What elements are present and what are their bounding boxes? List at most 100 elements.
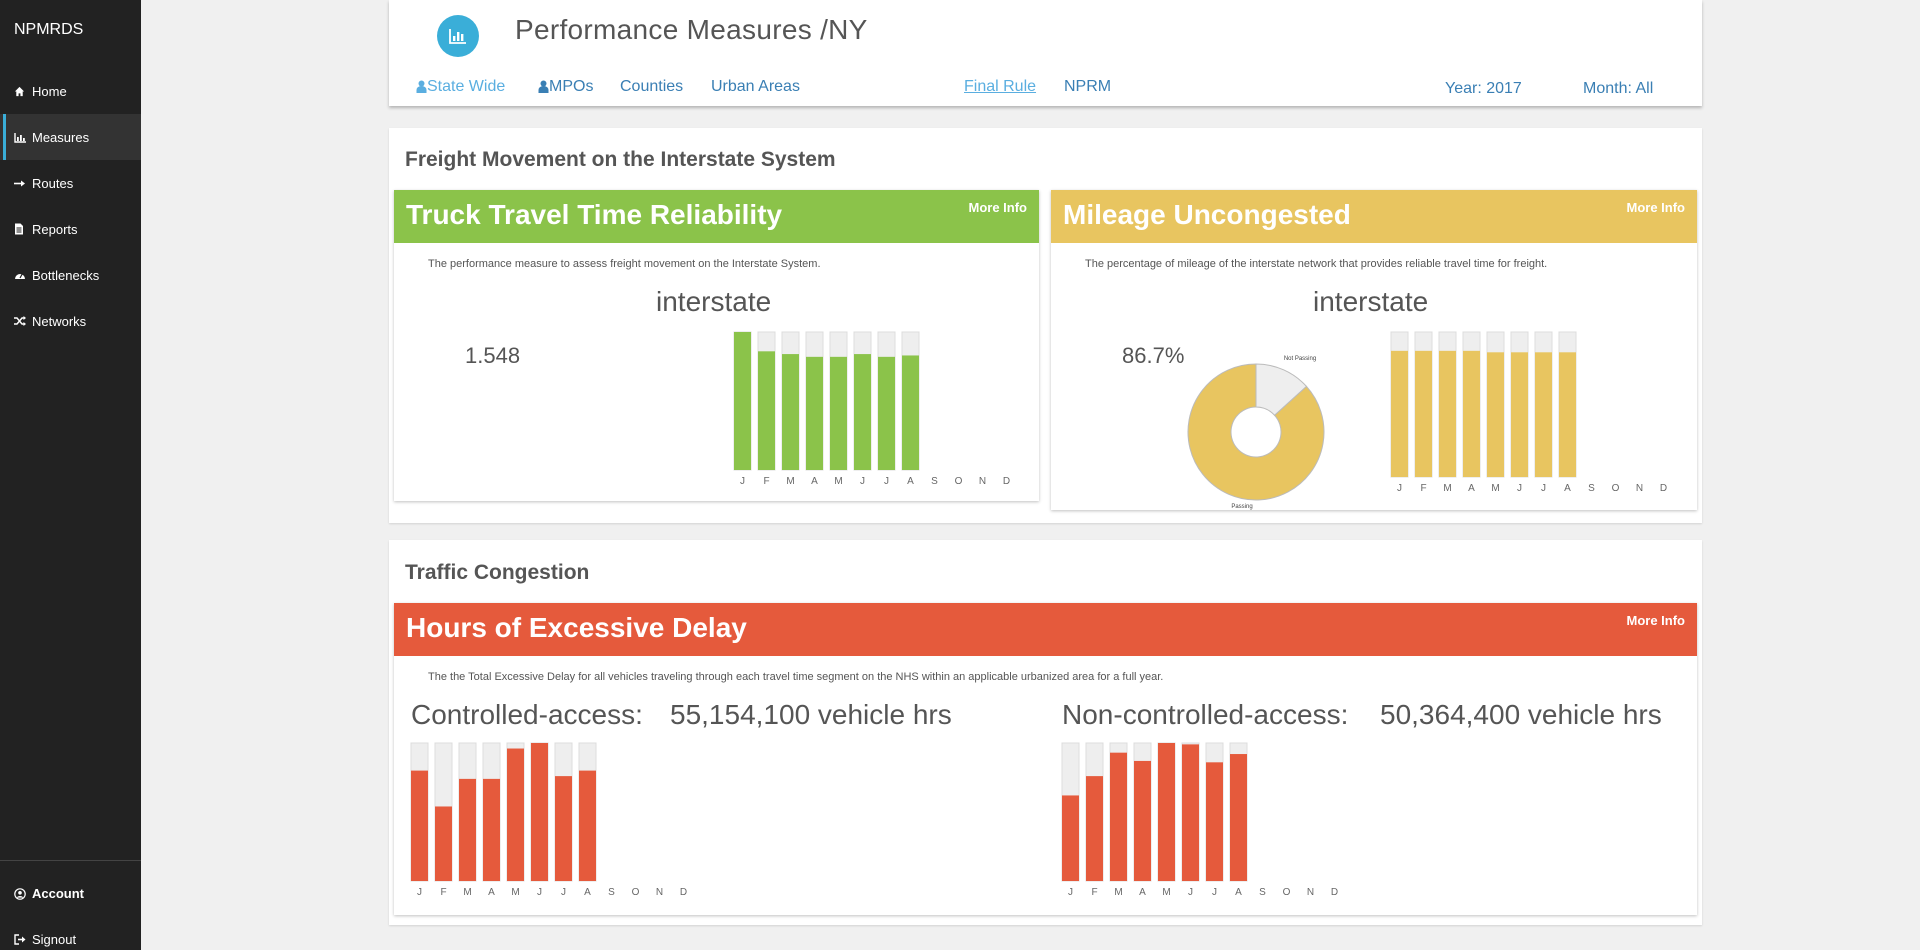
- bar[interactable]: [411, 770, 428, 881]
- x-tick-label: F: [1091, 887, 1097, 898]
- x-tick-label: J: [1397, 483, 1402, 494]
- mileage-header: Mileage Uncongested More Info: [1051, 190, 1697, 243]
- x-tick-label: M: [834, 476, 842, 487]
- sidebar-item-label: Networks: [32, 313, 87, 329]
- nprm-link[interactable]: NPRM: [1064, 78, 1111, 96]
- bar[interactable]: [459, 778, 476, 881]
- mpos-link[interactable]: MPOs: [538, 78, 593, 96]
- bar[interactable]: [1559, 352, 1576, 477]
- mileage-pie-chart: Not Passing Passing: [1187, 356, 1325, 510]
- x-tick-label: N: [656, 887, 663, 898]
- bar[interactable]: [1158, 743, 1175, 881]
- sidebar-item-networks[interactable]: Networks: [0, 298, 141, 344]
- brand[interactable]: NPMRDS: [14, 21, 83, 39]
- bar[interactable]: [1206, 762, 1223, 881]
- mpos-label: MPOs: [549, 78, 594, 95]
- bar[interactable]: [830, 356, 847, 470]
- ttr-subtitle: interstate: [656, 286, 772, 317]
- bar[interactable]: [1439, 350, 1456, 477]
- section-title: Traffic Congestion: [405, 561, 590, 584]
- sidebar-item-reports[interactable]: Reports: [0, 206, 141, 252]
- bar[interactable]: [806, 356, 823, 470]
- congestion-section: Traffic Congestion Hours of Excessive De…: [389, 540, 1702, 925]
- more-info-link[interactable]: More Info: [969, 200, 1028, 215]
- bar[interactable]: [782, 354, 799, 470]
- bar[interactable]: [1487, 352, 1504, 477]
- year-selector[interactable]: Year: 2017: [1445, 80, 1522, 98]
- bar[interactable]: [1511, 352, 1528, 477]
- sidebar-item-bottlenecks[interactable]: Bottlenecks: [0, 252, 141, 298]
- x-tick-label: M: [511, 887, 519, 898]
- x-tick-label: D: [1003, 476, 1010, 487]
- mileage-value: 86.7%: [1122, 343, 1185, 368]
- user-icon: [416, 80, 427, 93]
- bar[interactable]: [758, 351, 775, 470]
- logo-bar-chart-icon: [437, 15, 479, 57]
- bar[interactable]: [1062, 795, 1079, 881]
- x-tick-label: O: [632, 887, 640, 898]
- header-card: Performance Measures /NY State Wide MPOs…: [389, 0, 1702, 106]
- sidebar-nav: Home Measures Routes Reports Bottlenecks: [0, 68, 141, 344]
- more-info-link[interactable]: More Info: [1627, 200, 1686, 215]
- account-link[interactable]: Account: [14, 886, 84, 901]
- bar[interactable]: [1134, 760, 1151, 881]
- sidebar-item-home[interactable]: Home: [0, 68, 141, 114]
- bar[interactable]: [1230, 754, 1247, 881]
- state-wide-link[interactable]: State Wide: [416, 78, 505, 96]
- bar[interactable]: [1182, 744, 1199, 881]
- x-tick-label: N: [1636, 483, 1643, 494]
- bar[interactable]: [579, 770, 596, 881]
- sidebar-item-measures[interactable]: Measures: [0, 114, 141, 160]
- urban-areas-link[interactable]: Urban Areas: [711, 78, 800, 96]
- ttr-title: Truck Travel Time Reliability: [406, 199, 783, 230]
- more-info-link[interactable]: More Info: [1627, 613, 1686, 628]
- x-tick-label: J: [561, 887, 566, 898]
- sidebar: NPMRDS Home Measures Routes Reports Bott…: [0, 0, 141, 950]
- bar[interactable]: [483, 778, 500, 881]
- phed-header: Hours of Excessive Delay More Info: [394, 603, 1697, 656]
- bar[interactable]: [734, 332, 751, 470]
- bar[interactable]: [1110, 752, 1127, 881]
- x-tick-label: A: [1235, 887, 1242, 898]
- bar[interactable]: [854, 354, 871, 470]
- x-tick-label: M: [1114, 887, 1122, 898]
- bar[interactable]: [555, 776, 572, 881]
- controlled-access-value: 55,154,100 vehicle hrs: [670, 699, 952, 730]
- x-tick-label: J: [417, 887, 422, 898]
- sidebar-item-label: Reports: [32, 221, 78, 237]
- state-wide-label: State Wide: [427, 78, 506, 95]
- x-tick-label: M: [786, 476, 794, 487]
- x-tick-label: D: [1331, 887, 1338, 898]
- bar-chart-icon: [14, 132, 32, 143]
- signout-link[interactable]: Signout: [14, 932, 76, 947]
- bar[interactable]: [507, 748, 524, 881]
- x-tick-label: S: [608, 887, 615, 898]
- ttr-value: 1.548: [465, 343, 521, 368]
- final-rule-link[interactable]: Final Rule: [964, 78, 1036, 96]
- bar[interactable]: [1391, 350, 1408, 477]
- x-tick-label: F: [763, 476, 769, 487]
- dashboard-icon: [14, 270, 32, 280]
- x-tick-label: J: [537, 887, 542, 898]
- bar[interactable]: [902, 355, 919, 470]
- bar[interactable]: [1415, 350, 1432, 477]
- bar[interactable]: [435, 806, 452, 881]
- sidebar-item-routes[interactable]: Routes: [0, 160, 141, 206]
- x-tick-label: N: [1307, 887, 1314, 898]
- x-tick-label: J: [1188, 887, 1193, 898]
- home-icon: [14, 86, 32, 97]
- month-selector[interactable]: Month: All: [1583, 80, 1653, 98]
- bar[interactable]: [878, 356, 895, 470]
- bar[interactable]: [1535, 352, 1552, 477]
- counties-link[interactable]: Counties: [620, 78, 683, 96]
- bar[interactable]: [531, 743, 548, 881]
- x-tick-label: S: [1588, 483, 1595, 494]
- mileage-subtitle: interstate: [1313, 286, 1429, 317]
- shuffle-icon: [14, 316, 32, 326]
- bar[interactable]: [1463, 350, 1480, 477]
- x-tick-label: A: [811, 476, 818, 487]
- user-icon: [538, 80, 549, 93]
- document-icon: [14, 223, 32, 235]
- bar[interactable]: [1086, 776, 1103, 881]
- x-tick-label: J: [1212, 887, 1217, 898]
